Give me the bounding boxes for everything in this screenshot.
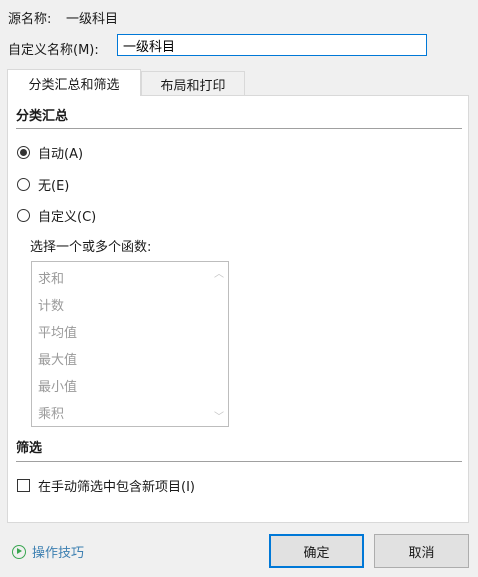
radio-button[interactable]	[17, 178, 30, 191]
custom-name-label: 自定义名称(M):	[8, 43, 99, 58]
list-item[interactable]: 求和	[38, 268, 64, 287]
source-name-value: 一级科目	[66, 12, 119, 27]
list-item[interactable]: 最大值	[38, 349, 77, 368]
radio-custom[interactable]: 自定义(C)	[17, 206, 96, 225]
button-label: 取消	[408, 545, 435, 561]
source-name-label: 源名称:	[8, 12, 52, 27]
tab-panel: 分类汇总 自动(A) 无(E) 自定义(C) 选择一个或多个函数: 求和 计数 …	[7, 95, 469, 523]
list-item[interactable]: 乘积	[38, 403, 64, 422]
subtotals-divider	[16, 128, 462, 129]
include-new-items-checkbox[interactable]	[17, 479, 30, 492]
filter-section-title: 筛选	[16, 441, 43, 456]
include-new-items-checkbox-row[interactable]: 在手动筛选中包含新项目(I)	[17, 476, 195, 495]
play-circle-icon	[12, 544, 26, 559]
tips-link[interactable]: 操作技巧	[12, 542, 84, 561]
cancel-button[interactable]: 取消	[374, 534, 469, 568]
radio-label: 无(E)	[38, 179, 70, 194]
list-item[interactable]: 计数	[38, 295, 64, 314]
radio-button-checked[interactable]	[17, 146, 30, 159]
function-prompt: 选择一个或多个函数:	[30, 240, 152, 255]
radio-button[interactable]	[17, 209, 30, 222]
radio-none[interactable]: 无(E)	[17, 175, 69, 194]
scrollbar[interactable]: ︿ ﹀	[211, 262, 228, 426]
tab-layout-print[interactable]: 布局和打印	[141, 71, 245, 97]
radio-automatic[interactable]: 自动(A)	[17, 143, 83, 162]
checkbox-label: 在手动筛选中包含新项目(I)	[38, 480, 195, 495]
list-item[interactable]: 平均值	[38, 322, 77, 341]
tips-label: 操作技巧	[32, 546, 85, 561]
scroll-up-icon[interactable]: ︿	[214, 265, 224, 280]
button-label: 确定	[303, 545, 330, 561]
tab-label: 分类汇总和筛选	[28, 77, 120, 93]
scroll-down-icon[interactable]: ﹀	[214, 408, 224, 423]
subtotals-section-title: 分类汇总	[16, 109, 69, 124]
tab-subtotals-filter[interactable]: 分类汇总和筛选	[7, 69, 141, 96]
function-listbox[interactable]: 求和 计数 平均值 最大值 最小值 乘积 ︿ ﹀	[31, 261, 229, 427]
list-item[interactable]: 最小值	[38, 376, 77, 395]
filter-divider	[16, 461, 462, 462]
tab-label: 布局和打印	[160, 79, 226, 94]
ok-button[interactable]: 确定	[269, 534, 364, 568]
custom-name-input[interactable]	[117, 34, 427, 56]
radio-label: 自动(A)	[38, 147, 84, 162]
radio-label: 自定义(C)	[38, 210, 97, 225]
